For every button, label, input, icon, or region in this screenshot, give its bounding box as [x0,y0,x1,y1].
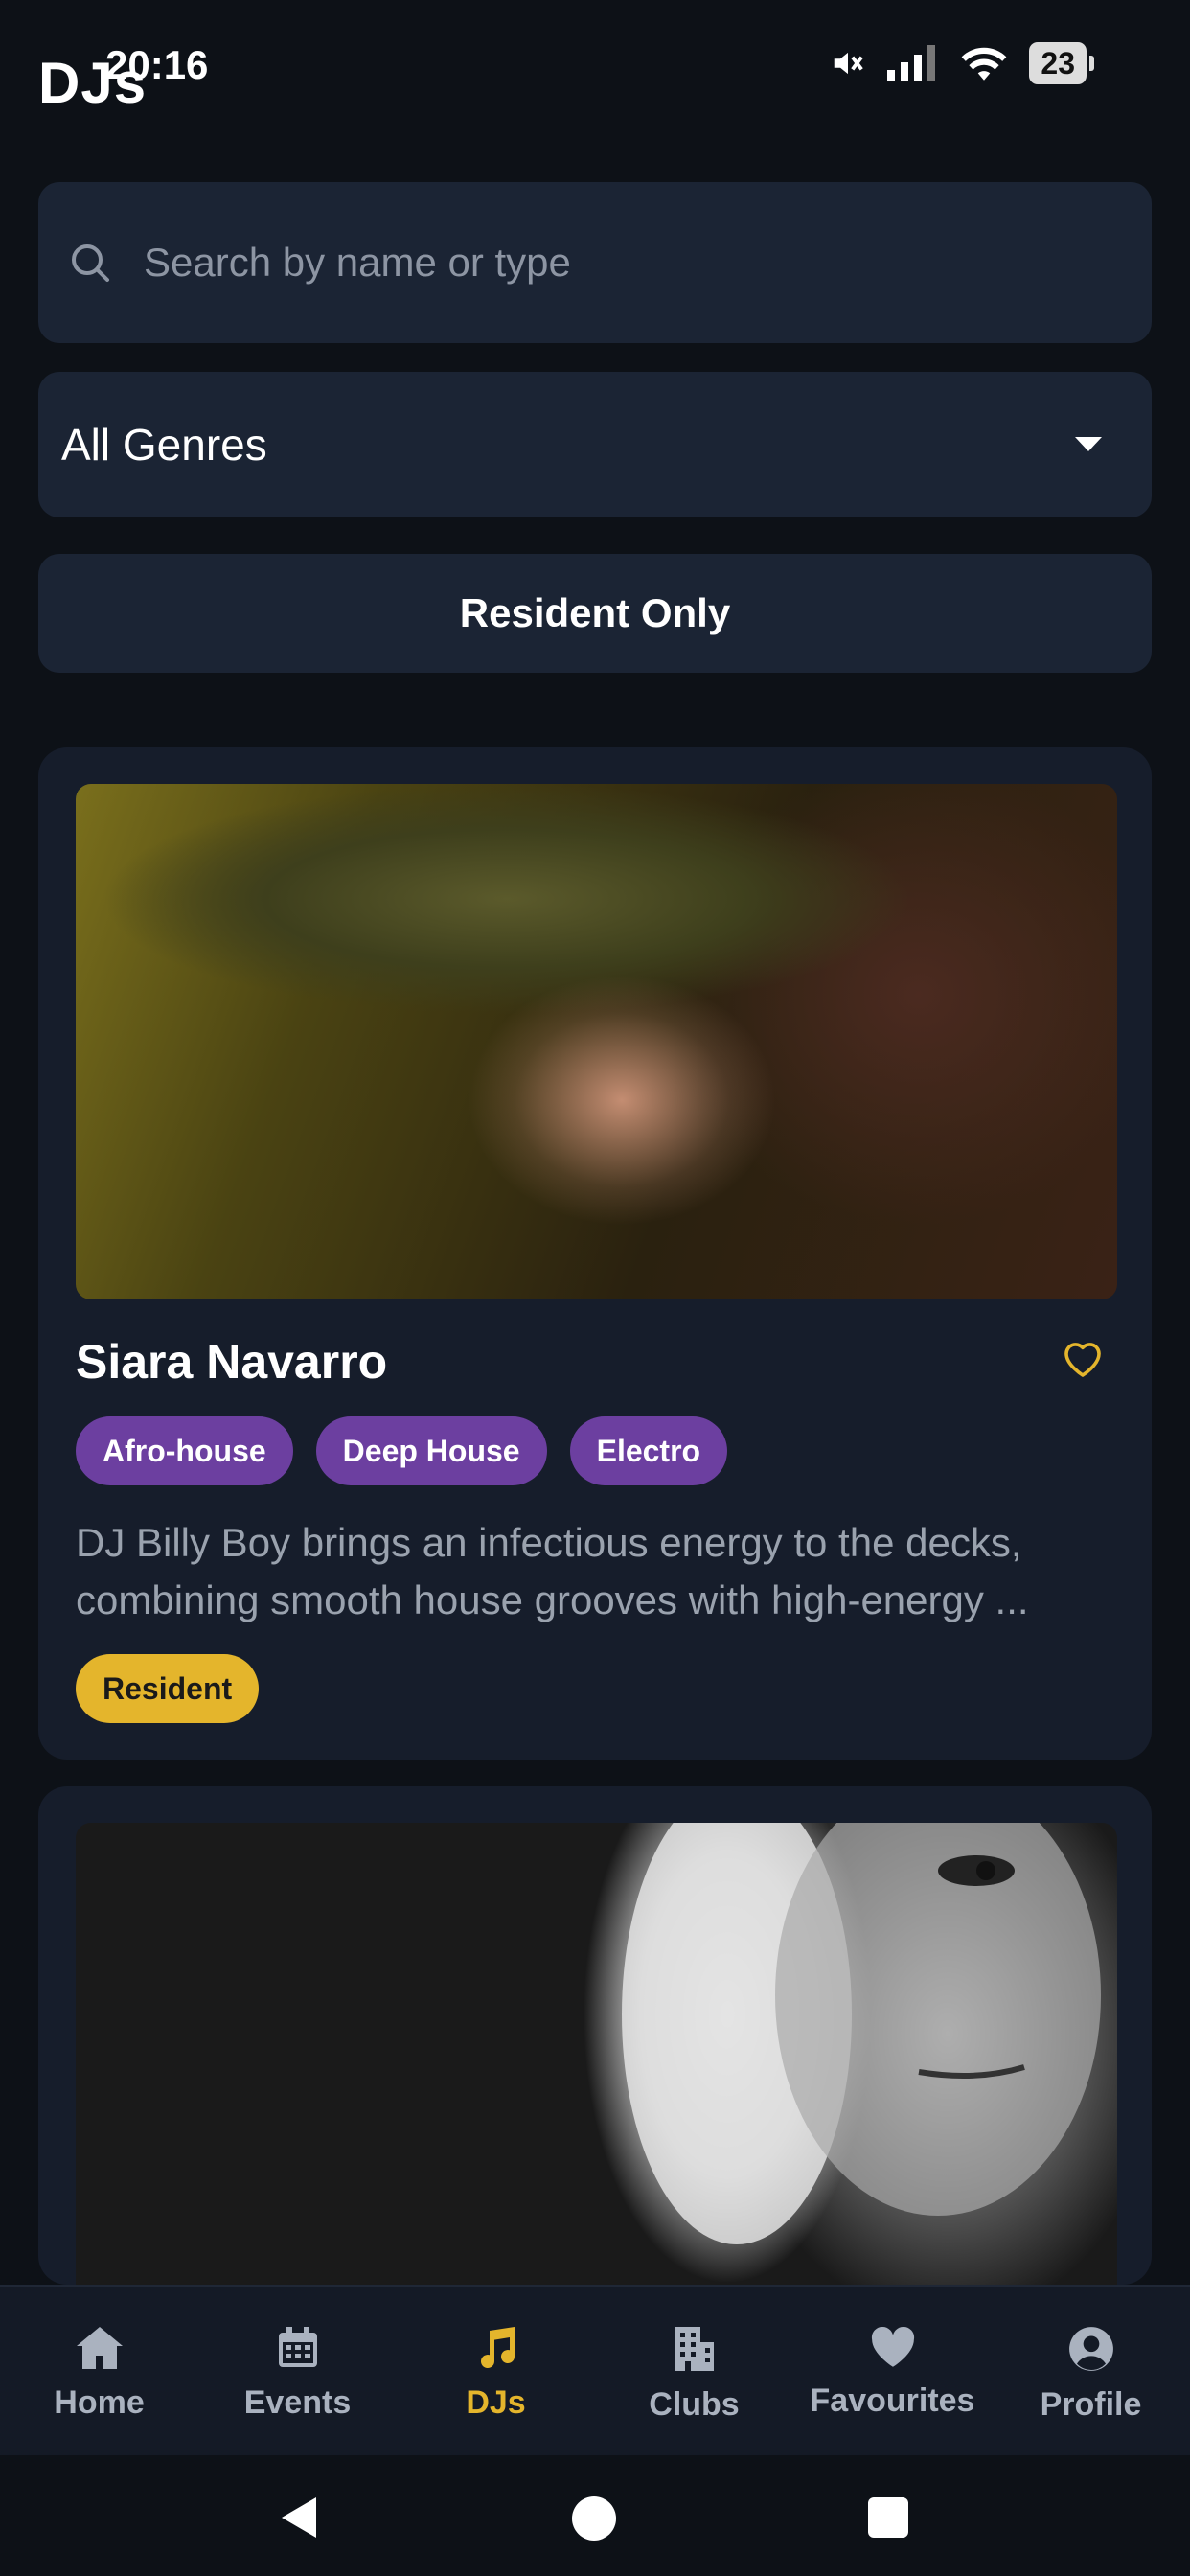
status-icons: 23 [830,42,1094,84]
dj-card[interactable]: Siara Navarro Afro-house Deep House Elec… [38,748,1152,1760]
wifi-icon [962,47,1007,80]
recents-icon[interactable] [868,2497,908,2538]
dj-photo[interactable] [76,784,1117,1300]
genre-dropdown-value: All Genres [61,420,267,470]
genre-tag: Afro-house [76,1416,293,1485]
search-box[interactable] [38,182,1152,343]
nav-item-favourites[interactable]: Favourites [793,2287,992,2457]
status-bar: DJs 20:16 23 [0,0,1190,144]
home-icon [76,2327,123,2369]
battery-level: 23 [1029,42,1087,84]
genre-tags: Afro-house Deep House Electro [76,1416,728,1485]
battery-indicator: 23 [1029,42,1094,84]
dj-bio: DJ Billy Boy brings an infectious energy… [76,1514,1120,1629]
heart-icon [871,2326,914,2367]
status-time: 20:16 [105,42,209,87]
nav-label: Clubs [649,2386,740,2423]
dj-photo[interactable] [76,1823,1117,2285]
dj-card[interactable] [38,1786,1152,2285]
home-circle-icon[interactable] [571,2496,617,2542]
dj-bio-line: DJ Billy Boy brings an infectious energy… [76,1520,1022,1565]
nav-item-profile[interactable]: Profile [992,2287,1190,2457]
genre-dropdown[interactable]: All Genres [38,372,1152,518]
battery-tip [1089,56,1094,71]
search-input[interactable] [142,239,1104,287]
bottom-nav: Home Events DJs Clubs Favourites Profile [0,2285,1190,2457]
dj-name: Siara Navarro [76,1335,388,1389]
nav-item-djs[interactable]: DJs [397,2287,595,2457]
favourite-button[interactable] [1058,1332,1108,1382]
search-icon [72,244,109,282]
genre-tag: Electro [569,1416,728,1485]
building-icon [675,2327,714,2371]
portrait-photo [622,1823,1101,2244]
music-note-icon [480,2327,515,2369]
user-circle-icon [1068,2327,1113,2371]
calendar-icon [278,2327,317,2367]
nav-label: Favourites [810,2382,975,2419]
nav-label: Profile [1040,2386,1142,2423]
mute-icon [835,52,864,75]
nav-label: Events [243,2384,352,2421]
resident-badge: Resident [76,1654,260,1723]
nav-item-events[interactable]: Events [198,2287,397,2457]
signal-icon [887,45,936,81]
nav-item-home[interactable]: Home [0,2287,198,2457]
system-nav-bar [0,2455,1190,2576]
nav-item-clubs[interactable]: Clubs [595,2287,793,2457]
resident-only-button[interactable]: Resident Only [38,554,1152,673]
nav-label: Home [54,2384,145,2421]
heart-outline-icon [1064,1343,1101,1377]
dropdown-arrow-icon [1075,437,1102,451]
back-icon[interactable] [278,2496,320,2540]
nav-label: DJs [466,2384,526,2421]
dj-bio-line: combining smooth house grooves with high… [76,1577,1029,1622]
genre-tag: Deep House [315,1416,547,1485]
